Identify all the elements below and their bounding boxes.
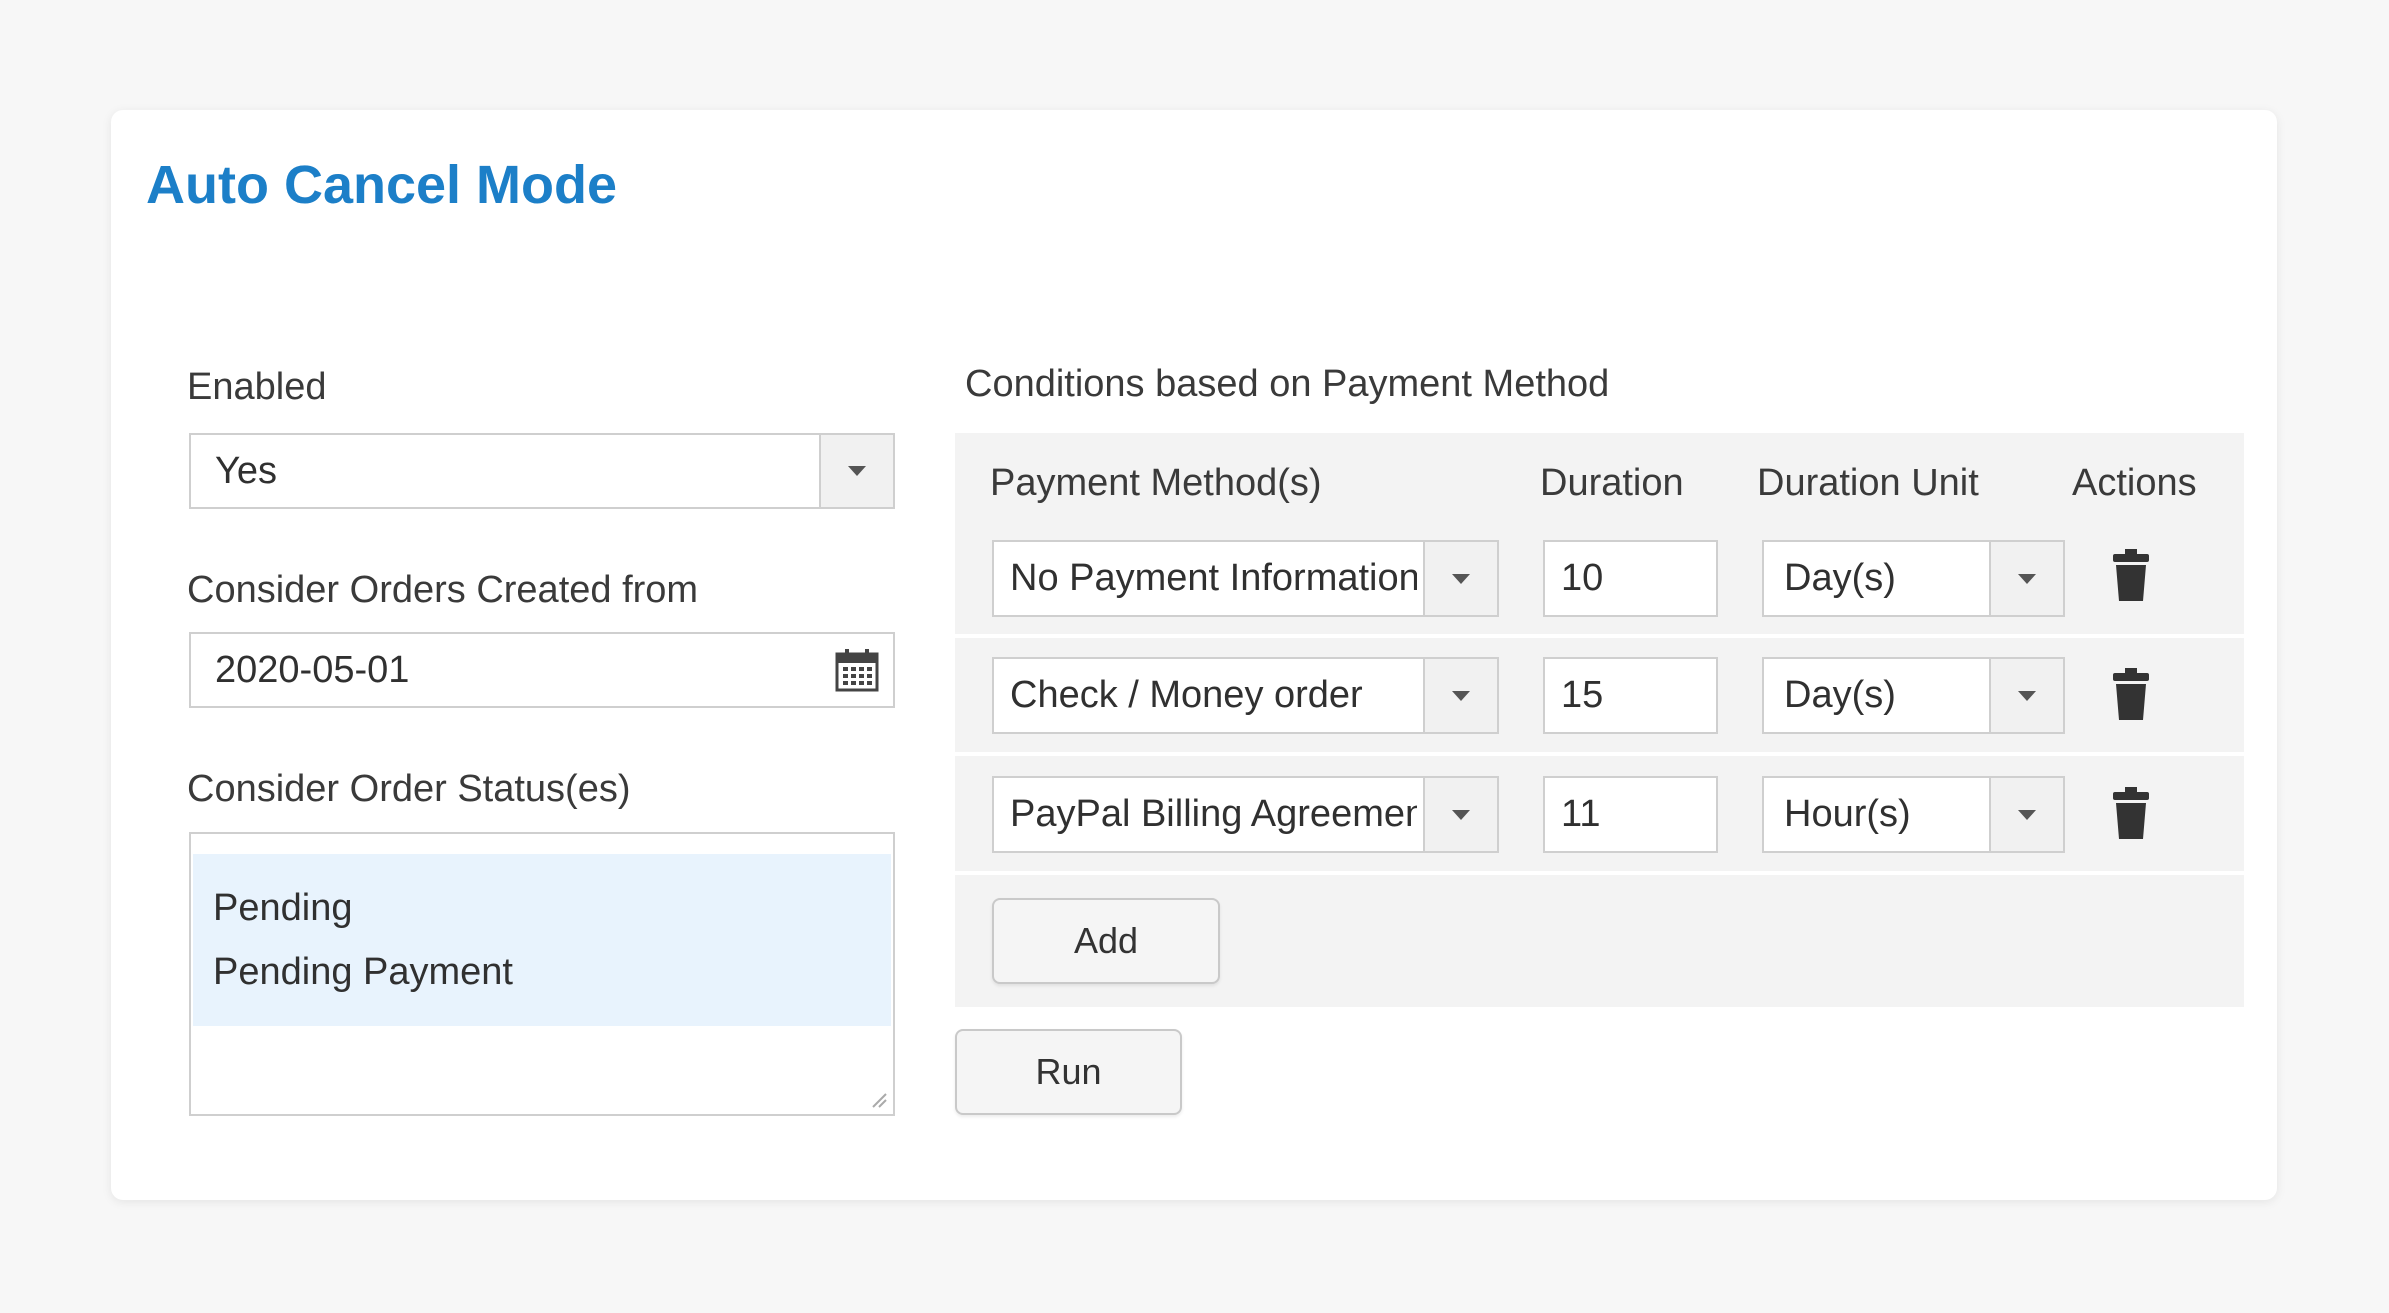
column-header-payment-methods: Payment Method(s) bbox=[990, 462, 1322, 504]
order-status-multiselect[interactable]: Pending Pending Payment bbox=[189, 832, 895, 1116]
duration-value: 15 bbox=[1561, 674, 1604, 716]
duration-input[interactable]: 10 bbox=[1543, 540, 1718, 617]
duration-value: 10 bbox=[1561, 557, 1604, 599]
chevron-down-icon bbox=[2018, 809, 2036, 820]
chevron-down-icon bbox=[2018, 573, 2036, 584]
duration-unit-select[interactable]: Day(s) bbox=[1762, 657, 2065, 734]
add-condition-button[interactable]: Add bbox=[992, 898, 1220, 984]
trash-icon[interactable] bbox=[2112, 549, 2150, 601]
created-from-date-value: 2020-05-01 bbox=[215, 649, 410, 691]
statuses-label: Consider Order Status(es) bbox=[187, 768, 631, 810]
payment-method-value: No Payment Information bbox=[1010, 557, 1417, 599]
payment-method-select-toggle[interactable] bbox=[1423, 542, 1497, 615]
status-option-pending-payment[interactable]: Pending Payment bbox=[213, 942, 513, 1002]
enabled-select-value: Yes bbox=[215, 450, 277, 492]
column-header-duration: Duration bbox=[1540, 462, 1684, 504]
duration-input[interactable]: 11 bbox=[1543, 776, 1718, 853]
status-option-pending[interactable]: Pending bbox=[213, 878, 352, 938]
duration-unit-select-toggle[interactable] bbox=[1989, 542, 2063, 615]
row-divider bbox=[955, 634, 2244, 638]
payment-method-value: Check / Money order bbox=[1010, 674, 1363, 716]
payment-method-select[interactable]: Check / Money order bbox=[992, 657, 1499, 734]
run-button[interactable]: Run bbox=[955, 1029, 1182, 1115]
column-header-actions: Actions bbox=[2072, 462, 2197, 504]
chevron-down-icon bbox=[1452, 573, 1470, 584]
duration-unit-select-toggle[interactable] bbox=[1989, 778, 2063, 851]
chevron-down-icon bbox=[1452, 690, 1470, 701]
page-title: Auto Cancel Mode bbox=[146, 155, 618, 215]
payment-method-select[interactable]: PayPal Billing Agreement bbox=[992, 776, 1499, 853]
duration-input[interactable]: 15 bbox=[1543, 657, 1718, 734]
conditions-label: Conditions based on Payment Method bbox=[965, 363, 1610, 405]
payment-method-select[interactable]: No Payment Information bbox=[992, 540, 1499, 617]
duration-unit-select[interactable]: Day(s) bbox=[1762, 540, 2065, 617]
column-header-duration-unit: Duration Unit bbox=[1757, 462, 1979, 504]
duration-unit-select[interactable]: Hour(s) bbox=[1762, 776, 2065, 853]
resize-grip-icon[interactable] bbox=[869, 1090, 887, 1108]
payment-method-select-toggle[interactable] bbox=[1423, 659, 1497, 732]
calendar-icon[interactable] bbox=[835, 648, 879, 692]
created-from-date-input[interactable]: 2020-05-01 bbox=[189, 632, 895, 708]
payment-method-value: PayPal Billing Agreement bbox=[1010, 793, 1417, 835]
duration-unit-value: Day(s) bbox=[1784, 557, 1896, 599]
duration-unit-value: Hour(s) bbox=[1784, 793, 1911, 835]
duration-value: 11 bbox=[1561, 793, 1601, 835]
enabled-select[interactable]: Yes bbox=[189, 433, 895, 509]
payment-method-select-toggle[interactable] bbox=[1423, 778, 1497, 851]
duration-unit-select-toggle[interactable] bbox=[1989, 659, 2063, 732]
chevron-down-icon bbox=[2018, 690, 2036, 701]
trash-icon[interactable] bbox=[2112, 787, 2150, 839]
created-from-label: Consider Orders Created from bbox=[187, 569, 699, 611]
row-divider bbox=[955, 752, 2244, 756]
enabled-label: Enabled bbox=[187, 366, 327, 408]
duration-unit-value: Day(s) bbox=[1784, 674, 1896, 716]
enabled-select-toggle[interactable] bbox=[819, 435, 893, 507]
chevron-down-icon bbox=[1452, 809, 1470, 820]
row-divider bbox=[955, 871, 2244, 875]
chevron-down-icon bbox=[848, 466, 866, 476]
trash-icon[interactable] bbox=[2112, 668, 2150, 720]
